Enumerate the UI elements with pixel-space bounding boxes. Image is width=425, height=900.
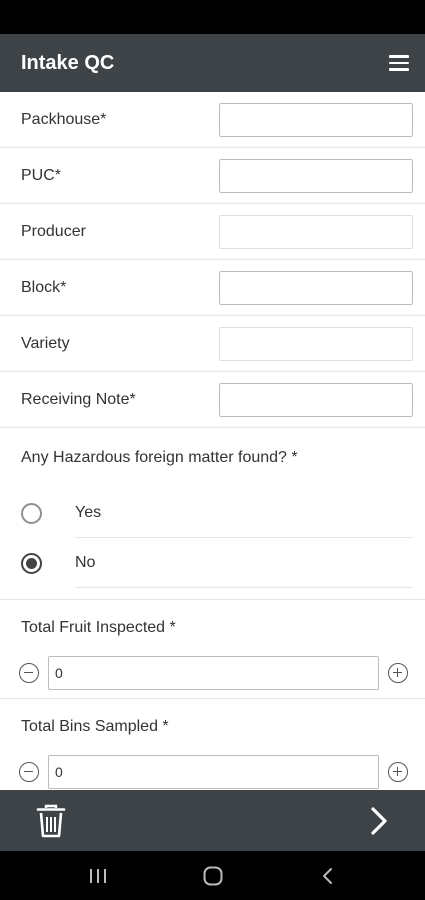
total-fruit-input[interactable] (48, 656, 379, 690)
field-row-packhouse: Packhouse* (0, 92, 425, 148)
variety-label: Variety (21, 334, 70, 352)
minus-circle-icon[interactable] (19, 663, 39, 683)
home-icon[interactable] (193, 856, 233, 896)
receiving-note-label: Receiving Note* (21, 390, 136, 408)
trash-icon[interactable] (36, 804, 66, 838)
total-bins-label: Total Bins Sampled * (21, 718, 169, 735)
form-content[interactable]: Packhouse* PUC* Producer Block* Variety … (0, 92, 425, 790)
field-row-receiving-note: Receiving Note* (0, 372, 425, 428)
receiving-note-input[interactable] (219, 382, 413, 417)
packhouse-label: Packhouse* (21, 110, 107, 128)
radio-label-yes: Yes (75, 503, 102, 521)
block-label: Block* (21, 278, 67, 296)
hazard-question: Any Hazardous foreign matter found? * (21, 449, 298, 466)
recents-icon[interactable] (78, 856, 118, 896)
footer-toolbar (0, 790, 425, 851)
total-fruit-label: Total Fruit Inspected * (21, 619, 176, 636)
stepper-total-bins: Total Bins Sampled * (0, 699, 425, 790)
system-nav-bar (0, 851, 425, 900)
radio-checked-icon[interactable] (21, 552, 42, 574)
back-icon[interactable] (308, 856, 348, 896)
minus-circle-icon[interactable] (19, 762, 39, 782)
total-bins-input[interactable] (48, 755, 379, 789)
page-title: Intake QC (21, 51, 115, 74)
plus-circle-icon[interactable] (388, 663, 408, 683)
field-row-producer: Producer (0, 204, 425, 260)
puc-label: PUC* (21, 166, 62, 184)
stepper-total-fruit: Total Fruit Inspected * (0, 600, 425, 699)
chevron-right-icon[interactable] (369, 806, 389, 836)
hazard-option-yes[interactable]: Yes (0, 488, 425, 538)
field-row-puc: PUC* (0, 148, 425, 204)
producer-label: Producer (21, 222, 86, 240)
app-header: Intake QC (0, 34, 425, 92)
block-input[interactable] (219, 270, 413, 305)
radio-unchecked-icon[interactable] (21, 502, 42, 524)
radio-label-no: No (75, 553, 96, 571)
producer-input[interactable] (219, 214, 413, 249)
puc-input[interactable] (219, 158, 413, 193)
plus-circle-icon[interactable] (388, 762, 408, 782)
divider (0, 588, 425, 600)
hamburger-menu-icon[interactable] (383, 50, 409, 76)
packhouse-input[interactable] (219, 102, 413, 137)
status-bar (0, 0, 425, 34)
field-row-block: Block* (0, 260, 425, 316)
variety-input[interactable] (219, 326, 413, 361)
field-row-variety: Variety (0, 316, 425, 372)
hazard-option-no[interactable]: No (0, 538, 425, 588)
